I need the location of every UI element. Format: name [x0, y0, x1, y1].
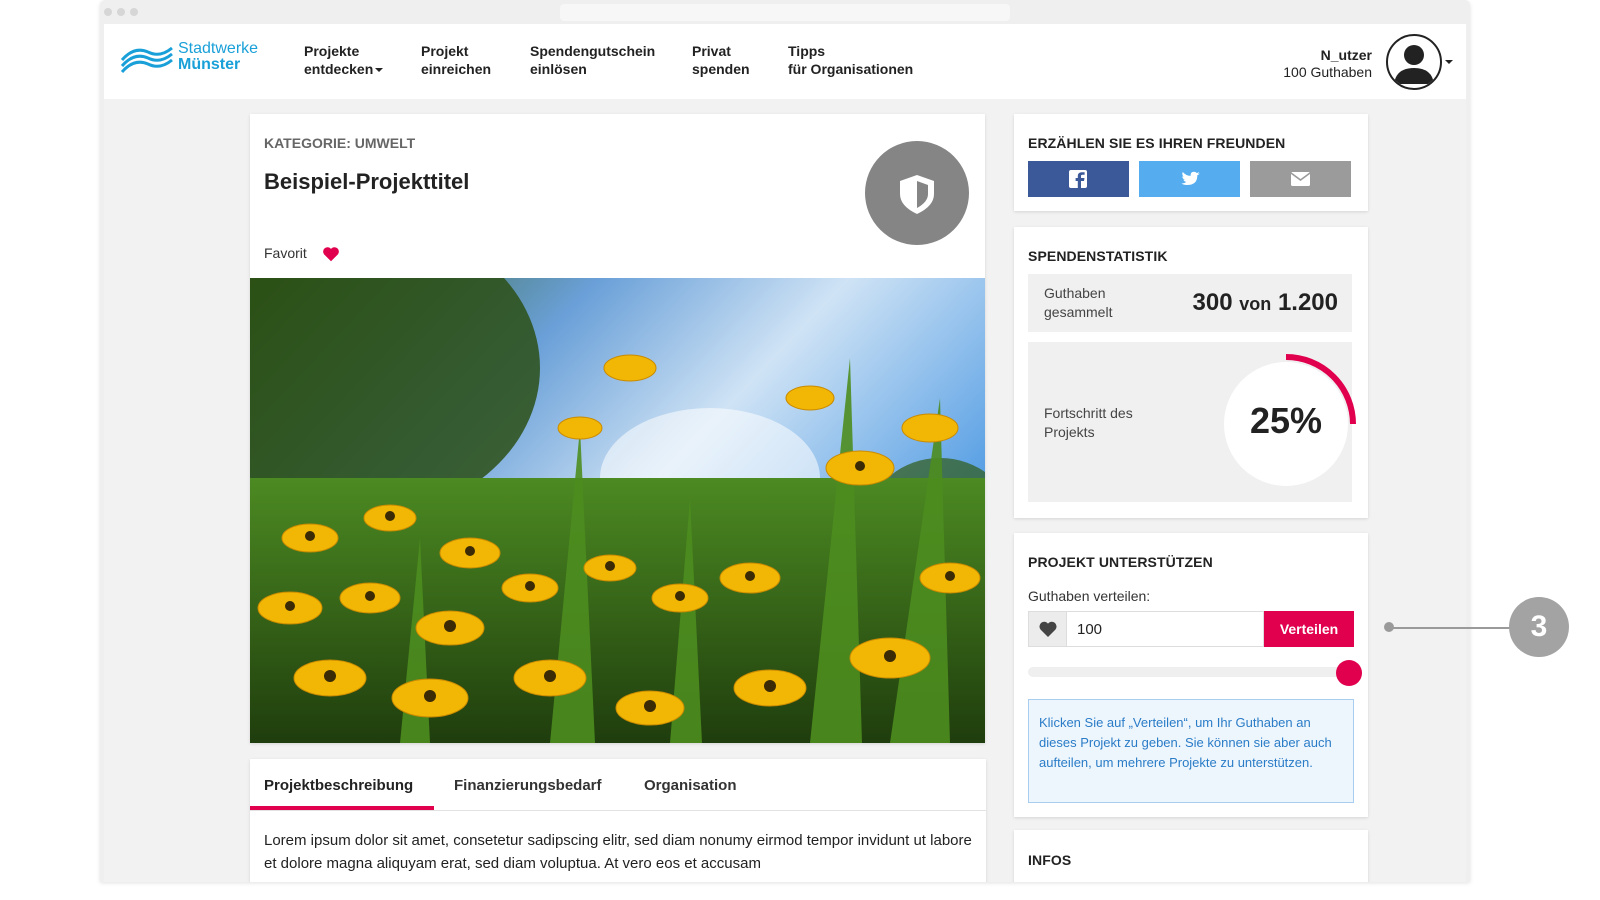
verteilen-button[interactable]: Verteilen [1264, 611, 1354, 647]
favorite-label: Favorit [264, 245, 307, 261]
project-tabs-card: Projektbeschreibung Finanzierungsbedarf … [250, 759, 986, 882]
nav-spendengutschein-einloesen[interactable]: Spendengutschein einlösen [530, 42, 655, 78]
window-dot [130, 8, 138, 16]
nav-label: Projekte [304, 43, 360, 59]
goal-amount: 1.200 [1277, 289, 1338, 316]
collected-label-line: Guthaben [1044, 285, 1106, 301]
progress-label: Fortschritt des Projekts [1044, 404, 1133, 442]
logo-line-1: Stadtwerke [178, 40, 259, 57]
share-email-button[interactable] [1250, 161, 1351, 197]
user-info: N_utzer 100 Guthaben [1283, 47, 1372, 81]
tab-organisation[interactable]: Organisation [644, 777, 737, 794]
amount-slider-track[interactable] [1028, 667, 1346, 677]
logo-line-2: Münster [178, 56, 241, 73]
stats-heading: SPENDENSTATISTIK [1028, 248, 1168, 264]
user-icon [1394, 45, 1434, 84]
nav-label: Spendengutschein [530, 43, 656, 59]
logo-waves-icon [120, 46, 173, 74]
tab-finanzierungsbedarf[interactable]: Finanzierungsbedarf [454, 777, 602, 794]
distribute-input-group: Verteilen [1028, 611, 1354, 647]
share-twitter-button[interactable] [1139, 161, 1240, 197]
collected-value: 300 von 1.200 [1193, 289, 1338, 317]
address-bar[interactable] [560, 4, 1010, 21]
info-box: Klicken Sie auf „Verteilen“, um Ihr Guth… [1028, 699, 1354, 803]
browser-window: Stadtwerke Münster Projekte entdecken Pr… [100, 0, 1470, 882]
nav-label: einlösen [530, 61, 587, 77]
nav-label: spenden [692, 61, 750, 77]
collected-label-line: gesammelt [1044, 304, 1113, 320]
project-badge [865, 141, 969, 245]
shield-icon [900, 175, 934, 214]
progress-percent: 25% [1249, 400, 1323, 441]
nav-label: Projekt [421, 43, 469, 59]
progress-box: Fortschritt des Projekts 25% [1028, 342, 1356, 502]
distribute-label: Guthaben verteilen: [1028, 588, 1151, 604]
nav-projekt-einreichen[interactable]: Projekt einreichen [421, 42, 491, 78]
collected-amount: 300 [1192, 289, 1233, 316]
page-viewport: Stadtwerke Münster Projekte entdecken Pr… [104, 24, 1466, 882]
tab-projektbeschreibung[interactable]: Projektbeschreibung [264, 777, 413, 794]
stats-card: SPENDENSTATISTIK Guthaben gesammelt 300 … [1014, 227, 1368, 518]
share-card: ERZÄHLEN SIE ES IHREN FREUNDEN [1014, 114, 1368, 211]
facebook-icon [1069, 170, 1087, 188]
annotation-dot [1384, 622, 1394, 632]
nav-label: für Organisationen [788, 61, 914, 77]
logo[interactable]: Stadtwerke Münster [120, 40, 270, 80]
twitter-icon [1181, 171, 1200, 185]
browser-chrome [100, 0, 1470, 24]
annotation-line [1388, 627, 1510, 629]
nav-privat-spenden[interactable]: Privat spenden [692, 42, 750, 78]
page-title: Beispiel-Projekttitel [264, 169, 470, 194]
nav-tipps-organisationen[interactable]: Tipps für Organisationen [788, 42, 913, 78]
nav-label: einreichen [421, 61, 492, 77]
tab-bar: Projektbeschreibung Finanzierungsbedarf … [250, 759, 986, 811]
heart-icon [1039, 621, 1057, 637]
active-tab-indicator [250, 806, 434, 810]
user-menu-chevron-icon[interactable] [1445, 60, 1453, 64]
project-category: KATEGORIE: UMWELT [264, 135, 416, 151]
amount-input[interactable] [1066, 611, 1264, 647]
nav-label: entdecken [304, 61, 374, 77]
amount-slider-thumb[interactable] [1336, 660, 1362, 686]
collected-box: Guthaben gesammelt 300 von 1.200 [1028, 274, 1352, 332]
share-heading: ERZÄHLEN SIE ES IHREN FREUNDEN [1028, 135, 1286, 151]
infos-heading: INFOS [1028, 852, 1072, 868]
support-heading: PROJEKT UNTERSTÜTZEN [1028, 554, 1213, 570]
heart-icon[interactable] [322, 246, 340, 262]
site-header: Stadtwerke Münster Projekte entdecken Pr… [104, 24, 1466, 99]
nav-label: Tipps [788, 43, 826, 59]
avatar[interactable] [1386, 34, 1442, 90]
project-card: KATEGORIE: UMWELT Beispiel-Projekttitel … [250, 114, 985, 743]
project-image [250, 278, 985, 743]
annotation-marker: 3 [1509, 597, 1569, 657]
collected-label: Guthaben gesammelt [1044, 284, 1112, 322]
project-description: Lorem ipsum dolor sit amet, consetetur s… [264, 832, 972, 872]
window-dot [117, 8, 125, 16]
von-label: von [1239, 294, 1272, 314]
envelope-icon [1290, 172, 1311, 186]
user-name: N_utzer [1320, 47, 1372, 63]
progress-label-line: Fortschritt des [1044, 405, 1133, 421]
share-facebook-button[interactable] [1028, 161, 1129, 197]
user-credit: 100 Guthaben [1283, 64, 1372, 80]
input-addon [1028, 611, 1066, 647]
nav-projekte-entdecken[interactable]: Projekte entdecken [304, 42, 384, 78]
support-card: PROJEKT UNTERSTÜTZEN Guthaben verteilen:… [1014, 533, 1368, 817]
flowers-illustration [250, 278, 985, 743]
nav-label: Privat [692, 43, 731, 59]
logo-text: Stadtwerke Münster [178, 41, 258, 73]
progress-label-line: Projekts [1044, 424, 1095, 440]
infos-card: INFOS [1014, 830, 1368, 882]
window-dot [104, 8, 112, 16]
chevron-down-icon [375, 68, 384, 73]
